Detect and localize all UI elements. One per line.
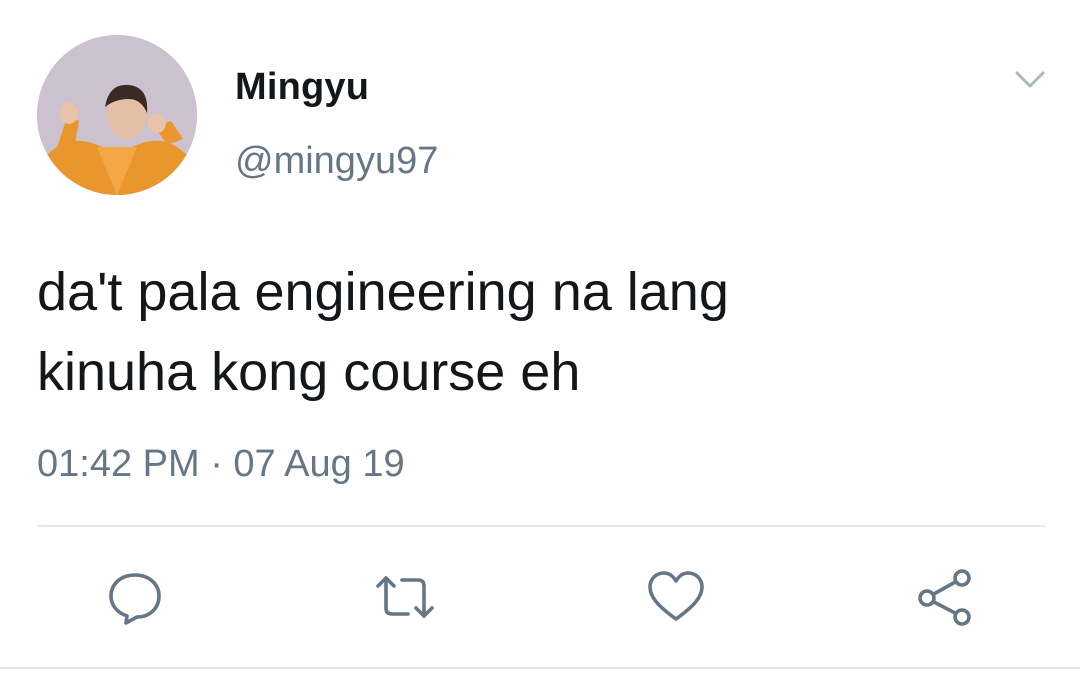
avatar-photo: [37, 35, 197, 195]
share-button[interactable]: [914, 566, 976, 628]
user-handle[interactable]: @mingyu97: [235, 140, 438, 183]
avatar[interactable]: [37, 35, 197, 195]
heart-icon: [648, 571, 704, 621]
tweet-text: da't pala engineering na lang kinuha kon…: [37, 262, 729, 402]
retweet-icon: [376, 576, 434, 618]
tweet-menu-button[interactable]: [1010, 62, 1050, 96]
like-button[interactable]: [645, 566, 707, 628]
tweet-timestamp[interactable]: 01:42 PM · 07 Aug 19: [37, 443, 405, 486]
retweet-button[interactable]: [374, 566, 436, 628]
chevron-down-icon: [1015, 71, 1045, 88]
card-bottom-border: [0, 667, 1080, 669]
share-icon: [918, 569, 971, 626]
display-name[interactable]: Mingyu: [235, 66, 369, 109]
reply-button[interactable]: [104, 566, 166, 628]
divider: [37, 525, 1045, 527]
reply-icon: [109, 573, 161, 625]
